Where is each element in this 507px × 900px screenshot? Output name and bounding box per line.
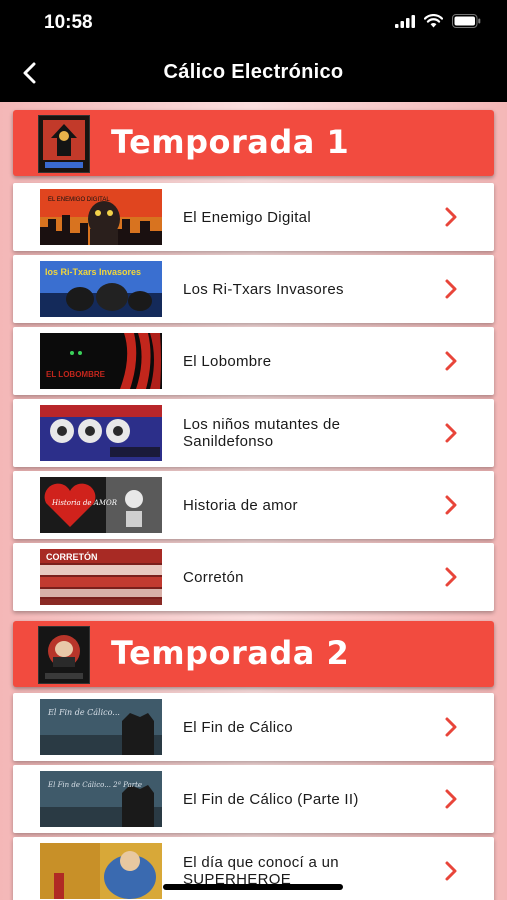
page-title: Cálico Electrónico <box>163 61 344 83</box>
season-1-logo <box>38 115 90 173</box>
episode-thumbnail <box>40 843 162 899</box>
episode-thumbnail <box>40 405 162 461</box>
thumb-caption: El Fin de Cálico... 2ª Parte <box>47 781 142 789</box>
season-title: Temporada 1 <box>111 123 350 161</box>
episode-thumbnail: CORRETÓN <box>40 549 162 605</box>
episode-title: Corretón <box>183 568 244 586</box>
thumb-caption: CORRETÓN <box>46 551 98 562</box>
chevron-right-icon <box>445 423 457 443</box>
thumb-caption: El Fin de Cálico... <box>47 708 120 717</box>
episode-thumbnail: Historia de AMOR <box>40 477 162 533</box>
episode-title: El día que conocí a un SUPERHEROE <box>183 854 339 888</box>
chevron-right-icon <box>445 567 457 587</box>
list-item[interactable]: los Ri-Txars Invasores Los Ri-Txars Inva… <box>13 255 494 323</box>
episode-title: El Fin de Cálico <box>183 718 293 736</box>
list-item[interactable]: El día que conocí a un SUPERHEROE <box>13 837 494 900</box>
episode-list[interactable]: Temporada 1 EL ENEMIGO DIGITAL El Enemig… <box>0 102 507 900</box>
navigation-bar: Cálico Electrónico <box>0 44 507 102</box>
chevron-right-icon <box>445 351 457 371</box>
episode-thumbnail: El Fin de Cálico... <box>40 699 162 755</box>
list-item[interactable]: EL LOBOMBRE El Lobombre <box>13 327 494 395</box>
episode-thumbnail: los Ri-Txars Invasores <box>40 261 162 317</box>
thumb-caption: los Ri-Txars Invasores <box>45 267 141 277</box>
chevron-right-icon <box>445 279 457 299</box>
episode-title: Historia de amor <box>183 496 298 514</box>
episode-thumbnail: EL LOBOMBRE <box>40 333 162 389</box>
chevron-right-icon <box>445 861 457 881</box>
episode-thumbnail: El Fin de Cálico... 2ª Parte <box>40 771 162 827</box>
season-header-1: Temporada 1 <box>13 110 494 176</box>
episode-title: Los Ri-Txars Invasores <box>183 280 344 298</box>
episode-title: El Enemigo Digital <box>183 208 311 226</box>
status-time: 10:58 <box>44 12 93 33</box>
episode-thumbnail: EL ENEMIGO DIGITAL <box>40 189 162 245</box>
wifi-icon <box>424 14 443 28</box>
list-item[interactable]: Los niños mutantes de Sanildefonso <box>13 399 494 467</box>
episode-title: El Fin de Cálico (Parte II) <box>183 790 359 808</box>
home-indicator[interactable] <box>163 884 343 890</box>
season-title: Temporada 2 <box>111 634 350 672</box>
season-2-logo <box>38 626 90 684</box>
battery-icon <box>452 14 481 28</box>
thumb-caption: Historia de AMOR <box>51 499 118 507</box>
chevron-right-icon <box>445 207 457 227</box>
chevron-right-icon <box>445 717 457 737</box>
signal-icon <box>395 14 415 28</box>
episode-title: Los niños mutantes de Sanildefonso <box>183 416 341 450</box>
list-item[interactable]: El Fin de Cálico... El Fin de Cálico <box>13 693 494 761</box>
list-item[interactable]: CORRETÓN Corretón <box>13 543 494 611</box>
list-item[interactable]: Historia de AMOR Historia de amor <box>13 471 494 539</box>
chevron-right-icon <box>445 789 457 809</box>
status-bar: 10:58 <box>0 0 507 44</box>
list-item[interactable]: El Fin de Cálico... 2ª Parte El Fin de C… <box>13 765 494 833</box>
list-item[interactable]: EL ENEMIGO DIGITAL El Enemigo Digital <box>13 183 494 251</box>
thumb-caption: EL ENEMIGO DIGITAL <box>48 197 110 203</box>
season-header-2: Temporada 2 <box>13 621 494 687</box>
chevron-right-icon <box>445 495 457 515</box>
status-icons <box>395 14 481 28</box>
thumb-caption: EL LOBOMBRE <box>46 370 106 379</box>
episode-title: El Lobombre <box>183 352 272 370</box>
